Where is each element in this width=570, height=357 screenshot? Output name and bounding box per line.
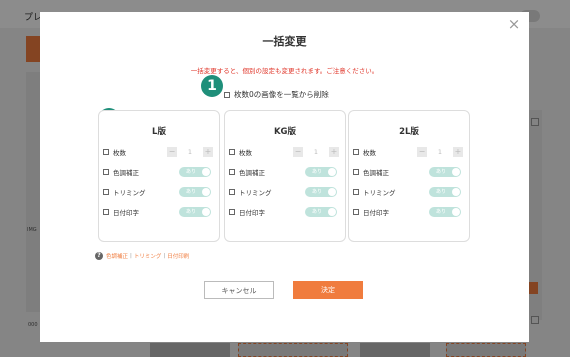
date-print-checkbox[interactable] — [229, 209, 235, 215]
row-label: 日付印字 — [113, 209, 139, 217]
trimming-checkbox[interactable] — [229, 189, 235, 195]
row-date-print: 日付印字 あり — [103, 206, 215, 218]
row-label: 枚数 — [113, 149, 126, 157]
card-title: 2L版 — [399, 127, 419, 137]
quantity-checkbox[interactable] — [229, 149, 235, 155]
exclude-zero-option[interactable]: 枚数0の画像を一覧から削除 — [224, 89, 329, 100]
quantity-stepper[interactable]: − 1 + — [417, 146, 463, 158]
card-title: KG版 — [273, 127, 297, 137]
plus-icon[interactable]: + — [329, 147, 339, 157]
row-quantity: 枚数 − 1 + — [103, 146, 215, 158]
quantity-value[interactable]: 1 — [303, 148, 329, 156]
date-print-toggle[interactable]: あり — [429, 207, 461, 217]
toggle-label: あり — [312, 209, 323, 215]
color-correction-toggle[interactable]: あり — [305, 167, 337, 177]
help-icon[interactable]: ? — [95, 252, 103, 260]
color-correction-toggle[interactable]: あり — [179, 167, 211, 177]
date-print-toggle[interactable]: あり — [305, 207, 337, 217]
card-2l-size: 2L版 枚数 − 1 + 色調補正 あり トリミング あり 日付印字 あり — [348, 110, 470, 242]
minus-icon[interactable]: − — [293, 147, 303, 157]
color-correction-checkbox[interactable] — [229, 169, 235, 175]
toggle-label: あり — [186, 209, 197, 215]
quantity-stepper[interactable]: − 1 + — [167, 146, 213, 158]
toggle-knob — [452, 208, 460, 216]
warning-message: 一括変更すると、個別の設定も変更されます。ご注意ください。 — [190, 67, 379, 75]
toggle-label: あり — [312, 169, 323, 175]
row-label: 日付印字 — [239, 209, 265, 217]
row-label: 色調補正 — [363, 169, 389, 177]
quantity-value[interactable]: 1 — [177, 148, 203, 156]
row-label: 日付印字 — [363, 209, 389, 217]
row-date-print: 日付印字 あり — [353, 206, 465, 218]
trimming-toggle[interactable]: あり — [305, 187, 337, 197]
quantity-value[interactable]: 1 — [427, 148, 453, 156]
card-l-size: L版 枚数 − 1 + 色調補正 あり トリミング あり 日付印字 あり — [98, 110, 220, 242]
row-label: トリミング — [363, 189, 396, 197]
close-icon[interactable]: × — [506, 16, 522, 32]
row-trimming: トリミング あり — [229, 186, 341, 198]
minus-icon[interactable]: − — [167, 147, 177, 157]
cancel-button[interactable]: キャンセル — [204, 281, 274, 299]
help-link-trimming[interactable]: トリミング — [134, 252, 162, 260]
row-trimming: トリミング あり — [103, 186, 215, 198]
row-label: 枚数 — [239, 149, 252, 157]
row-quantity: 枚数 − 1 + — [229, 146, 341, 158]
toggle-knob — [328, 168, 336, 176]
plus-icon[interactable]: + — [453, 147, 463, 157]
row-color-correction: 色調補正 あり — [103, 166, 215, 178]
row-quantity: 枚数 − 1 + — [353, 146, 465, 158]
row-label: 色調補正 — [239, 169, 265, 177]
toggle-knob — [452, 168, 460, 176]
date-print-checkbox[interactable] — [353, 209, 359, 215]
toggle-label: あり — [436, 169, 447, 175]
trimming-checkbox[interactable] — [103, 189, 109, 195]
modal-title: 一括変更 — [262, 35, 307, 48]
row-color-correction: 色調補正 あり — [353, 166, 465, 178]
date-print-checkbox[interactable] — [103, 209, 109, 215]
date-print-toggle[interactable]: あり — [179, 207, 211, 217]
row-label: 色調補正 — [113, 169, 139, 177]
help-separator: | — [130, 253, 132, 259]
trimming-toggle[interactable]: あり — [179, 187, 211, 197]
trimming-checkbox[interactable] — [353, 189, 359, 195]
trimming-toggle[interactable]: あり — [429, 187, 461, 197]
quantity-checkbox[interactable] — [353, 149, 359, 155]
card-kg-size: KG版 枚数 − 1 + 色調補正 あり トリミング あり 日付印字 あり — [224, 110, 346, 242]
help-link-date-print[interactable]: 日付印刷 — [167, 252, 189, 260]
toggle-label: あり — [436, 189, 447, 195]
toggle-label: あり — [186, 169, 197, 175]
toggle-knob — [452, 188, 460, 196]
help-links: ? 色調補正 | トリミング | 日付印刷 — [95, 252, 189, 260]
toggle-knob — [202, 188, 210, 196]
step-badge-1: 1 — [201, 75, 223, 97]
plus-icon[interactable]: + — [203, 147, 213, 157]
bulk-change-modal: × 一括変更 一括変更すると、個別の設定も変更されます。ご注意ください。 1 枚… — [40, 12, 529, 342]
toggle-knob — [202, 208, 210, 216]
exclude-zero-checkbox[interactable] — [224, 91, 230, 98]
toggle-label: あり — [436, 209, 447, 215]
toggle-knob — [328, 188, 336, 196]
confirm-button[interactable]: 決定 — [293, 281, 363, 299]
minus-icon[interactable]: − — [417, 147, 427, 157]
row-color-correction: 色調補正 あり — [229, 166, 341, 178]
row-label: トリミング — [239, 189, 272, 197]
quantity-stepper[interactable]: − 1 + — [293, 146, 339, 158]
row-label: トリミング — [113, 189, 146, 197]
toggle-label: あり — [186, 189, 197, 195]
color-correction-checkbox[interactable] — [353, 169, 359, 175]
exclude-zero-label: 枚数0の画像を一覧から削除 — [234, 90, 329, 99]
row-label: 枚数 — [363, 149, 376, 157]
help-link-color-correction[interactable]: 色調補正 — [106, 252, 128, 260]
quantity-checkbox[interactable] — [103, 149, 109, 155]
card-title: L版 — [152, 127, 166, 137]
row-date-print: 日付印字 あり — [229, 206, 341, 218]
help-separator: | — [163, 253, 166, 259]
toggle-label: あり — [312, 189, 323, 195]
toggle-knob — [328, 208, 336, 216]
color-correction-checkbox[interactable] — [103, 169, 109, 175]
row-trimming: トリミング あり — [353, 186, 465, 198]
toggle-knob — [202, 168, 210, 176]
color-correction-toggle[interactable]: あり — [429, 167, 461, 177]
